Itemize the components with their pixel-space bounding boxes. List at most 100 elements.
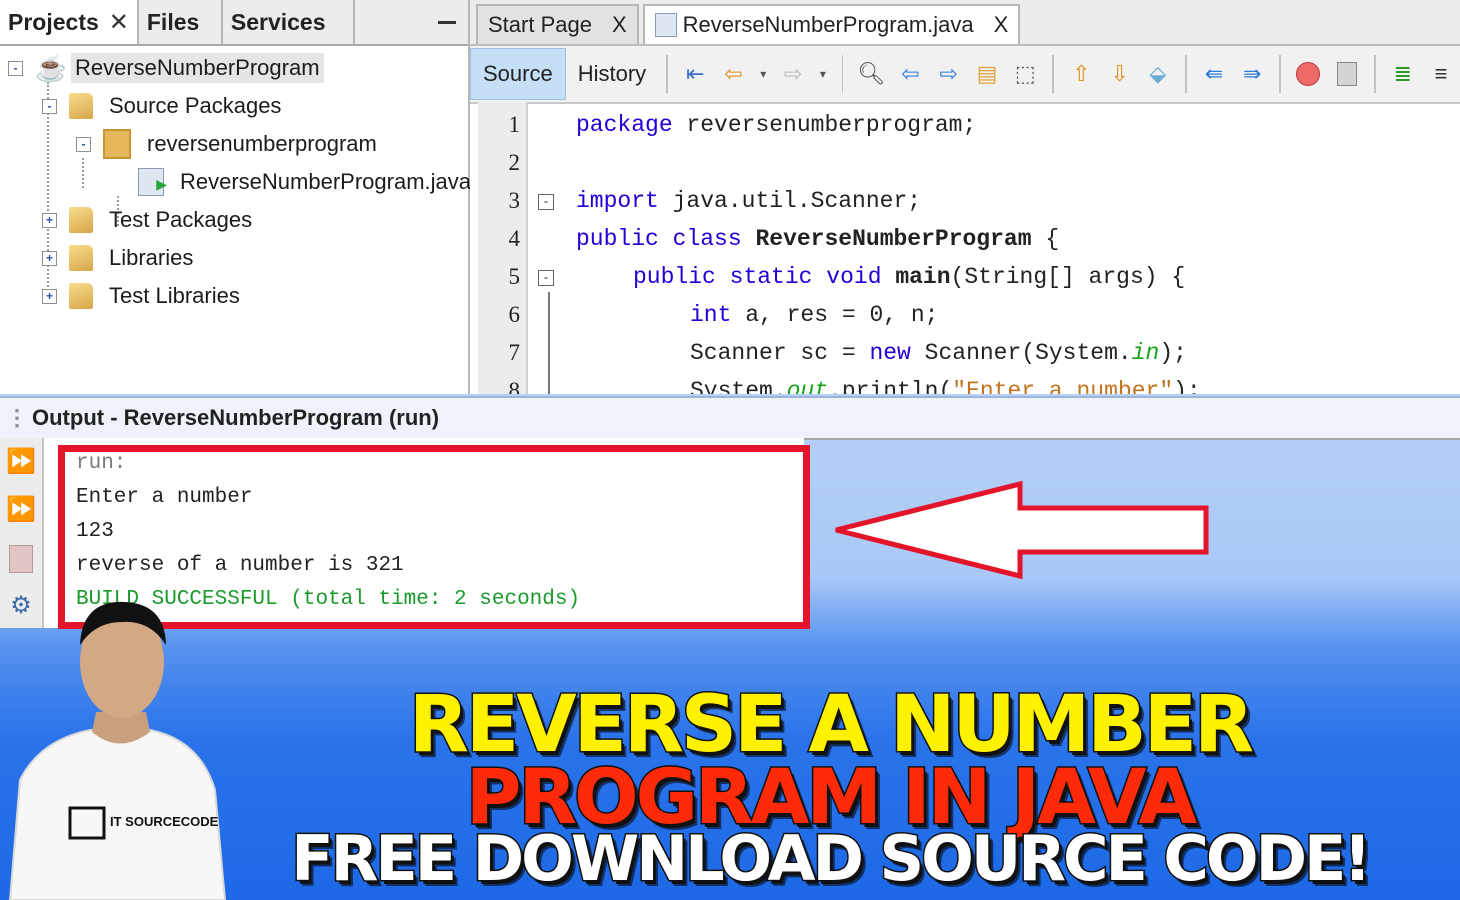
toolbar-separator xyxy=(1279,55,1282,93)
tree-node-label: Test Packages xyxy=(109,207,253,232)
uncomment-icon[interactable]: ≡ xyxy=(1428,59,1454,89)
java-file-icon xyxy=(654,13,677,37)
tree-node-libraries[interactable]: + Libraries xyxy=(42,240,197,276)
toggle-bookmark-icon[interactable]: ⬙ xyxy=(1145,59,1171,89)
toggle-rect-selection-icon[interactable]: ⬚ xyxy=(1012,59,1038,89)
collapse-toggle-icon[interactable]: - xyxy=(42,98,57,114)
code-editor[interactable]: 1 package reversenumberprogram; 2 3 - import … xyxy=(470,102,1460,394)
collapse-toggle-icon[interactable]: - xyxy=(8,60,23,76)
code-token: static xyxy=(729,264,813,290)
tab-services-label: Services xyxy=(230,8,326,35)
find-next-icon[interactable]: ⇨ xyxy=(936,59,962,89)
find-previous-icon[interactable]: ⇦ xyxy=(897,59,923,89)
fold-toggle-icon[interactable]: - xyxy=(538,270,554,286)
tree-node-test-packages[interactable]: + Test Packages xyxy=(42,202,256,238)
back-icon[interactable]: ⇦ xyxy=(720,59,746,89)
tab-files-label: Files xyxy=(146,8,200,35)
code-line[interactable]: import java.util.Scanner; xyxy=(576,182,921,220)
find-icon[interactable]: 🔍︎ xyxy=(857,59,885,89)
tab-reverse-number-program-java[interactable]: ReverseNumberProgram.java X xyxy=(642,4,1021,44)
comment-icon[interactable]: ≣ xyxy=(1390,59,1416,89)
dropdown-arrow-icon[interactable]: ▾ xyxy=(759,59,768,89)
tree-node-source-packages[interactable]: - Source Packages xyxy=(42,88,285,124)
expand-toggle-icon[interactable]: + xyxy=(42,250,57,266)
line-number: 2 xyxy=(508,150,521,175)
close-icon[interactable]: X xyxy=(612,12,627,38)
previous-bookmark-icon[interactable]: ⇧ xyxy=(1068,59,1094,89)
package-icon xyxy=(103,129,131,159)
line-number: 5 xyxy=(508,264,521,289)
output-header: ⋮ Output - ReverseNumberProgram (run) xyxy=(0,396,1460,440)
editor-toolbar: Source History ⇤ ⇦ ▾ ⇨ ▾ 🔍︎ ⇦ ⇨ ▤ ⬚ ⇧ ⇩ … xyxy=(470,46,1460,104)
code-line[interactable]: int a, res = 0, n; xyxy=(690,296,938,334)
next-bookmark-icon[interactable]: ⇩ xyxy=(1106,59,1132,89)
editor-panel: Start Page X ReverseNumberProgram.java X… xyxy=(470,0,1460,394)
tree-node-label: ReverseNumberProgram xyxy=(71,53,324,83)
shift-left-icon[interactable]: ⇚ xyxy=(1201,59,1227,89)
line-number: 3 xyxy=(508,188,521,213)
line-number: 7 xyxy=(508,340,521,365)
forward-icon[interactable]: ⇨ xyxy=(780,59,806,89)
tree-node-test-libraries[interactable]: + Test Libraries xyxy=(42,278,244,314)
tree-node-java-file[interactable]: ▶ ReverseNumberProgram.java xyxy=(138,164,475,200)
tab-projects[interactable]: Projects ✕ xyxy=(0,0,139,44)
tree-node-package[interactable]: - reversenumberprogram xyxy=(76,126,381,162)
presenter-photo: IT SOURCECODE xyxy=(8,601,227,900)
code-line[interactable]: Scanner sc = new Scanner(System.in); xyxy=(690,334,1187,372)
rerun-with-options-icon[interactable]: ⏩ xyxy=(6,492,36,526)
tab-start-page[interactable]: Start Page X xyxy=(476,4,639,44)
code-line[interactable]: package reversenumberprogram; xyxy=(576,106,976,144)
output-title: Output - ReverseNumberProgram (run) xyxy=(32,405,440,430)
close-icon[interactable]: X xyxy=(994,12,1009,38)
expand-toggle-icon[interactable]: + xyxy=(42,212,57,228)
code-token: Scanner(System. xyxy=(910,340,1132,366)
toolbar-separator xyxy=(841,55,844,93)
drag-handle-icon[interactable]: ⋮ xyxy=(6,405,28,431)
code-token: main xyxy=(895,264,951,290)
dropdown-arrow-icon[interactable]: ▾ xyxy=(818,59,827,89)
code-token: in xyxy=(1131,340,1160,366)
shirt-logo-text: IT SOURCECODE xyxy=(110,814,219,829)
line-number: 4 xyxy=(508,226,521,251)
java-file-icon: ▶ xyxy=(138,168,167,196)
code-token: class xyxy=(672,226,742,252)
code-token: ); xyxy=(1173,378,1201,394)
collapse-toggle-icon[interactable]: - xyxy=(76,136,91,152)
fold-toggle-icon[interactable]: - xyxy=(538,194,554,210)
stop-macro-icon[interactable] xyxy=(1333,59,1359,89)
stop-icon[interactable] xyxy=(6,542,36,576)
shift-right-icon[interactable]: ⇛ xyxy=(1239,59,1265,89)
code-line[interactable]: public class ReverseNumberProgram { xyxy=(576,220,1059,258)
tab-files[interactable]: Files xyxy=(139,0,223,44)
close-icon[interactable]: ✕ xyxy=(109,8,129,37)
expand-toggle-icon[interactable]: + xyxy=(42,288,57,304)
toggle-highlight-icon[interactable]: ▤ xyxy=(974,59,1000,89)
banner-title-line3: FREE DOWNLOAD SOURCE CODE! xyxy=(280,821,1380,897)
code-token: void xyxy=(826,264,882,290)
code-token: Scanner sc = xyxy=(690,340,870,366)
last-edit-icon[interactable]: ⇤ xyxy=(682,59,708,89)
code-line[interactable]: System.out.println("Enter a number"); xyxy=(690,372,1201,394)
java-project-icon: ☕ xyxy=(35,53,68,83)
code-token: java.util.Scanner; xyxy=(658,188,922,214)
code-line[interactable]: public static void main(String[] args) { xyxy=(633,258,1185,296)
test-libraries-folder-icon xyxy=(69,283,93,309)
code-token: out xyxy=(786,378,829,394)
tree-node-project[interactable]: - ☕ ReverseNumberProgram xyxy=(8,50,324,86)
tab-services[interactable]: Services xyxy=(223,0,355,44)
banner-title-text: FREE DOWNLOAD SOURCE CODE! xyxy=(290,821,1373,897)
minimize-icon[interactable] xyxy=(438,20,456,24)
toolbar-separator xyxy=(1184,55,1187,93)
rerun-icon[interactable]: ⏩ xyxy=(6,444,36,478)
source-view-button[interactable]: Source xyxy=(470,48,566,100)
arrow-pointing-left-icon xyxy=(835,480,1209,580)
minimize-button[interactable] xyxy=(355,0,468,44)
test-packages-folder-icon xyxy=(69,207,93,233)
history-view-button[interactable]: History xyxy=(566,49,658,99)
start-macro-icon[interactable] xyxy=(1295,59,1321,89)
code-token: new xyxy=(869,340,911,366)
tab-java-file-label: ReverseNumberProgram.java xyxy=(682,12,974,37)
libraries-folder-icon xyxy=(69,245,93,271)
